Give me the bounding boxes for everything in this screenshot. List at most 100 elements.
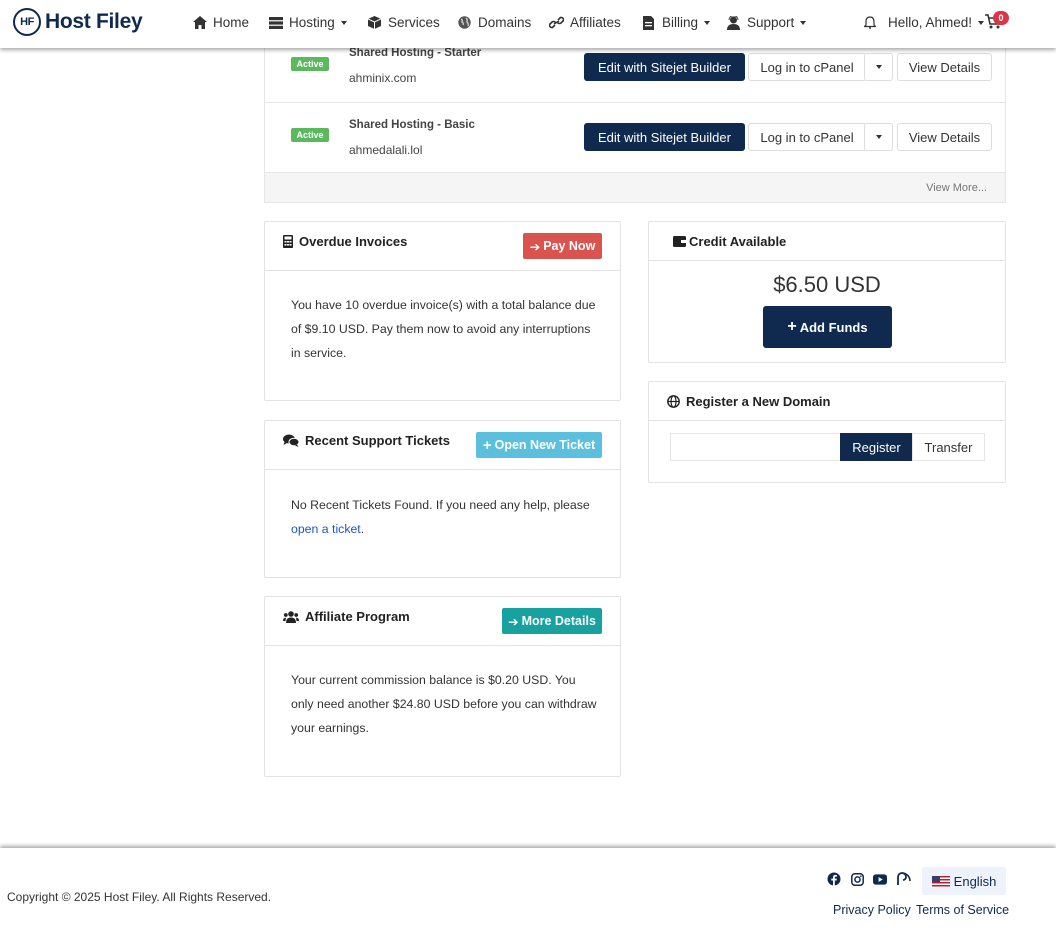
- nav-domains[interactable]: Domains: [457, 15, 531, 30]
- overdue-message: You have 10 overdue invoice(s) with a to…: [291, 298, 596, 360]
- affiliate-message: Your current commission balance is $0.20…: [291, 673, 597, 735]
- terms-of-service-link[interactable]: Terms of Service: [916, 903, 1009, 917]
- nav-affiliates[interactable]: Affiliates: [549, 15, 621, 30]
- chevron-down-icon: [875, 65, 882, 69]
- service-domain: ahmedalali.lol: [349, 143, 423, 157]
- panel-header: Overdue Invoices ➔ Pay Now: [265, 222, 620, 271]
- nav-support[interactable]: Support: [726, 15, 807, 30]
- plus-icon: +: [482, 436, 492, 454]
- user-menu[interactable]: Hello, Ahmed!: [888, 15, 985, 30]
- affiliate-program-panel: Affiliate Program ➔ More Details Your cu…: [264, 596, 621, 777]
- services-table: Active Shared Hosting - Starter ahminix.…: [264, 40, 1006, 203]
- globe-icon: [667, 395, 680, 408]
- cpanel-login-button[interactable]: Log in to cPanel: [748, 123, 865, 151]
- service-name[interactable]: Shared Hosting - Basic: [349, 119, 475, 131]
- privacy-policy-link[interactable]: Privacy Policy: [833, 903, 911, 917]
- link-icon: [549, 16, 564, 30]
- nav-hosting-label: Hosting: [289, 15, 335, 30]
- nav-support-label: Support: [747, 15, 795, 30]
- chevron-down-icon: [704, 20, 711, 25]
- top-navbar: HF Host Filey Home Hosting Services Doma…: [0, 0, 1056, 48]
- sitejet-button[interactable]: Edit with Sitejet Builder: [584, 123, 745, 151]
- nav-home[interactable]: Home: [192, 15, 249, 30]
- globe-icon: [457, 16, 472, 30]
- users-icon: [283, 610, 299, 623]
- view-details-button[interactable]: View Details: [897, 53, 992, 81]
- cpanel-login-button[interactable]: Log in to cPanel: [748, 53, 865, 81]
- panel-header: Credit Available: [649, 222, 1005, 261]
- more-details-label: More Details: [521, 614, 596, 628]
- panel-header: Affiliate Program ➔ More Details: [265, 597, 620, 646]
- register-domain-panel: Register a New Domain Register Transfer: [648, 381, 1006, 483]
- sitejet-button[interactable]: Edit with Sitejet Builder: [584, 53, 745, 81]
- language-label: English: [953, 873, 997, 889]
- panel-title-label: Overdue Invoices: [299, 234, 408, 249]
- notifications-button[interactable]: [862, 15, 883, 29]
- brand-name: Host Filey: [45, 10, 143, 33]
- panel-title-label: Affiliate Program: [305, 609, 410, 624]
- cpanel-dropdown-toggle[interactable]: [864, 53, 893, 81]
- status-badge: Active: [291, 57, 329, 71]
- facebook-icon[interactable]: [827, 872, 841, 886]
- nav-billing-label: Billing: [662, 15, 699, 30]
- service-domain: ahminix.com: [349, 71, 417, 85]
- box-icon: [367, 16, 382, 30]
- panel-title: Credit Available: [673, 234, 786, 249]
- services-footer: View More...: [265, 173, 1005, 202]
- bell-icon: [862, 15, 877, 29]
- nav-domains-label: Domains: [478, 15, 532, 30]
- cart-count-badge: 0: [993, 11, 1009, 25]
- panel-title-label: Credit Available: [689, 234, 787, 249]
- arrow-right-icon: ➔: [508, 614, 519, 629]
- status-badge: Active: [291, 128, 329, 142]
- instagram-icon[interactable]: [850, 872, 864, 886]
- tickets-message-text: No Recent Tickets Found. If you need any…: [291, 498, 590, 512]
- nav-services[interactable]: Services: [367, 15, 440, 30]
- nav-services-label: Services: [388, 15, 440, 30]
- chevron-down-icon: [340, 20, 347, 25]
- panel-title: Register a New Domain: [667, 394, 831, 409]
- add-funds-button[interactable]: + Add Funds: [763, 306, 892, 348]
- page-footer: Copyright © 2025 Host Filey. All Rights …: [0, 848, 1056, 930]
- add-funds-label: Add Funds: [799, 319, 868, 335]
- panel-title-label: Register a New Domain: [686, 394, 831, 409]
- wallet-icon: [673, 236, 686, 247]
- tickets-message: No Recent Tickets Found. If you need any…: [291, 493, 597, 541]
- transfer-button[interactable]: Transfer: [912, 433, 985, 461]
- open-new-ticket-label: Open New Ticket: [494, 438, 596, 452]
- home-icon: [192, 16, 207, 30]
- register-button[interactable]: Register: [840, 433, 913, 461]
- tickets-message-suffix: .: [360, 522, 365, 536]
- logo-mark: HF: [13, 8, 41, 36]
- comments-icon: [283, 434, 299, 447]
- plus-icon: +: [787, 318, 797, 335]
- panel-header: Register a New Domain: [649, 382, 1005, 421]
- chevron-down-icon: [875, 135, 882, 139]
- support-tickets-panel: Recent Support Tickets + Open New Ticket…: [264, 420, 621, 578]
- panel-title: Affiliate Program: [283, 609, 410, 624]
- overdue-invoices-panel: Overdue Invoices ➔ Pay Now You have 10 o…: [264, 221, 621, 401]
- us-flag-icon: [931, 875, 950, 887]
- brand-logo[interactable]: HF Host Filey: [13, 8, 143, 36]
- support-agent-icon: [726, 15, 741, 30]
- copyright-text: Copyright © 2025 Host Filey. All Rights …: [7, 890, 272, 904]
- panel-title-label: Recent Support Tickets: [305, 433, 450, 448]
- nav-hosting[interactable]: Hosting: [268, 15, 347, 30]
- more-details-button[interactable]: ➔ More Details: [502, 608, 602, 634]
- youtube-icon[interactable]: [873, 872, 887, 886]
- service-row: Active Shared Hosting - Basic ahmedalali…: [265, 103, 1005, 173]
- invoice-icon: [641, 15, 656, 30]
- open-new-ticket-button[interactable]: + Open New Ticket: [476, 432, 602, 458]
- view-more-link[interactable]: View More...: [926, 182, 987, 194]
- view-details-button[interactable]: View Details: [897, 123, 992, 151]
- credit-available-panel: Credit Available $6.50 USD + Add Funds: [648, 221, 1006, 363]
- domain-search-input[interactable]: [670, 433, 841, 461]
- chevron-down-icon: [800, 20, 807, 25]
- cpanel-dropdown-toggle[interactable]: [864, 123, 893, 151]
- language-selector[interactable]: English: [922, 867, 1006, 895]
- blog-icon[interactable]: [897, 872, 911, 886]
- open-ticket-link[interactable]: open a ticket: [291, 522, 361, 536]
- service-name[interactable]: Shared Hosting - Starter: [349, 47, 481, 59]
- nav-billing[interactable]: Billing: [641, 15, 711, 30]
- pay-now-button[interactable]: ➔ Pay Now: [523, 233, 602, 259]
